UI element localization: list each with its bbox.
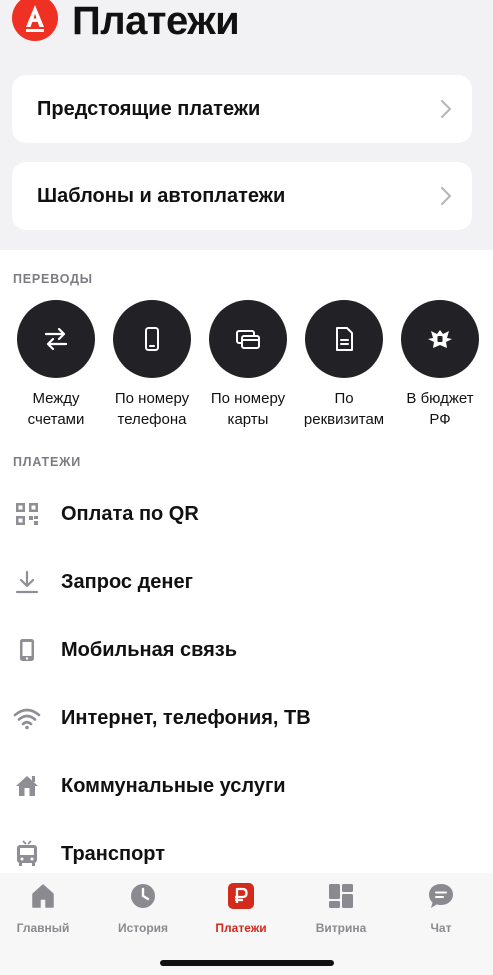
payment-internet-tv[interactable]: Интернет, телефония, ТВ (0, 684, 493, 752)
cards-icon (236, 330, 260, 349)
chevron-right-icon (440, 99, 452, 119)
chevron-right-icon (440, 186, 452, 206)
transfers-row: Между счетами По номеру телефона По номеру… (0, 300, 493, 435)
arrows-swap-icon (44, 327, 68, 351)
bus-icon (12, 839, 42, 869)
tab-history[interactable]: История (94, 881, 192, 935)
card-label: Шаблоны и автоплатежи (37, 184, 286, 207)
home-indicator (160, 960, 334, 966)
payment-mobile[interactable]: Мобильная связь (0, 616, 493, 684)
tab-label: Витрина (315, 921, 367, 935)
wifi-icon (12, 703, 42, 733)
transfers-section-title: ПЕРЕВОДЫ (13, 272, 93, 286)
page-title: Платежи (72, 0, 240, 43)
chat-icon (426, 881, 456, 911)
transfer-label: В бюджет РФ (406, 390, 474, 428)
transfer-by-card[interactable]: По номеру карты (198, 300, 298, 430)
download-icon (12, 567, 42, 597)
transfer-circle (209, 300, 287, 378)
tab-showcase[interactable]: Витрина (292, 881, 390, 935)
transfer-to-budget[interactable]: В бюджет РФ (390, 300, 490, 430)
payment-label: Мобильная связь (61, 638, 238, 661)
showcase-icon (326, 881, 356, 911)
payment-label: Запрос денег (61, 570, 193, 593)
tab-label: Главный (16, 921, 70, 935)
house-icon (12, 771, 42, 801)
qr-icon (12, 499, 42, 529)
clock-icon (128, 881, 158, 911)
emblem-icon (428, 330, 452, 348)
payment-utilities[interactable]: Коммунальные услуги (0, 752, 493, 820)
payment-label: Транспорт (61, 842, 166, 865)
transfer-label: По номеру карты (210, 390, 286, 428)
alfa-logo (12, 0, 58, 41)
transfer-circle (401, 300, 479, 378)
tab-home[interactable]: Главный (0, 881, 92, 935)
payment-money-request[interactable]: Запрос денег (0, 548, 493, 616)
payment-label: Интернет, телефония, ТВ (61, 706, 311, 729)
tab-chat[interactable]: Чат (392, 881, 490, 935)
phone-icon (145, 327, 159, 351)
transfer-circle (305, 300, 383, 378)
transfer-label: Между счетами (27, 390, 85, 428)
document-icon (336, 327, 353, 351)
transfer-label: По номеру телефона (114, 390, 190, 428)
tab-label: История (117, 921, 169, 935)
transfer-between-accounts[interactable]: Между счетами (6, 300, 106, 430)
transfer-circle (17, 300, 95, 378)
transfer-circle (113, 300, 191, 378)
mobile-icon (12, 635, 42, 665)
templates-autopayments-card[interactable]: Шаблоны и автоплатежи (12, 162, 472, 230)
upcoming-payments-card[interactable]: Предстоящие платежи (12, 75, 472, 143)
tab-label: Платежи (215, 921, 267, 935)
home-icon (28, 881, 58, 911)
tab-payments[interactable]: Платежи (192, 881, 290, 935)
ruble-icon (226, 881, 256, 911)
payments-section-title: ПЛАТЕЖИ (13, 455, 82, 469)
transfer-by-phone[interactable]: По номеру телефона (102, 300, 202, 430)
transfer-label: По реквизитам (303, 390, 385, 428)
tab-label: Чат (430, 921, 452, 935)
payment-label: Коммунальные услуги (61, 774, 286, 797)
payment-qr[interactable]: Оплата по QR (0, 480, 493, 548)
payment-label: Оплата по QR (61, 502, 199, 525)
header: Платежи (12, 0, 240, 50)
card-label: Предстоящие платежи (37, 97, 261, 120)
transfer-by-requisites[interactable]: По реквизитам (294, 300, 394, 430)
